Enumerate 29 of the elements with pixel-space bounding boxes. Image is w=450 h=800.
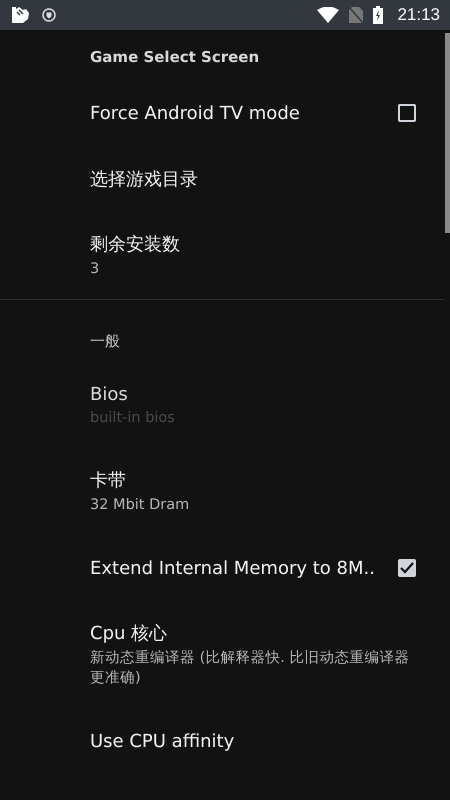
setting-title: Force Android TV mode [90,102,301,124]
setting-summary: 3 [90,260,100,279]
scrollbar[interactable] [445,33,450,233]
setting-row[interactable]: 选择游戏目录 [0,146,444,212]
clock-time: 21:13 [397,5,440,25]
battery-charging-icon [373,6,384,24]
setting-title: Cpu 核心 [90,622,168,645]
setting-title: 卡带 [90,469,127,492]
setting-row[interactable]: 卡带 32 Mbit Dram [0,448,444,535]
setting-summary: built-in bios [90,409,176,428]
setting-title: Use CPU affinity [90,730,236,752]
setting-title: 选择游戏目录 [90,168,199,191]
setting-row[interactable]: 剩余安装数 3 [0,212,444,299]
setting-row[interactable]: Extend Internal Memory to 8M.. [0,535,444,601]
setting-summary: 新动态重编译器 (比解释器快. 比旧动态重编译器更准确) [90,648,410,688]
setting-title: Extend Internal Memory to 8M.. [90,558,376,578]
no-sim-icon [349,7,364,23]
setting-row[interactable]: Force Android TV mode [0,80,444,146]
checkbox[interactable] [398,104,416,122]
setting-title: 剩余安装数 [90,233,181,256]
wifi-icon [317,7,340,23]
shield-icon [42,8,56,22]
section-header: Game Select Screen [89,47,260,68]
setting-summary: 32 Mbit Dram [90,496,190,515]
checkbox[interactable] [398,559,416,577]
setting-row[interactable]: Use CPU affinity [0,708,444,774]
setting-title: Bios [90,384,129,405]
section-header: 一般 [89,331,121,352]
setting-row[interactable]: Cpu 核心 新动态重编译器 (比解释器快. 比旧动态重编译器更准确) [0,601,444,708]
